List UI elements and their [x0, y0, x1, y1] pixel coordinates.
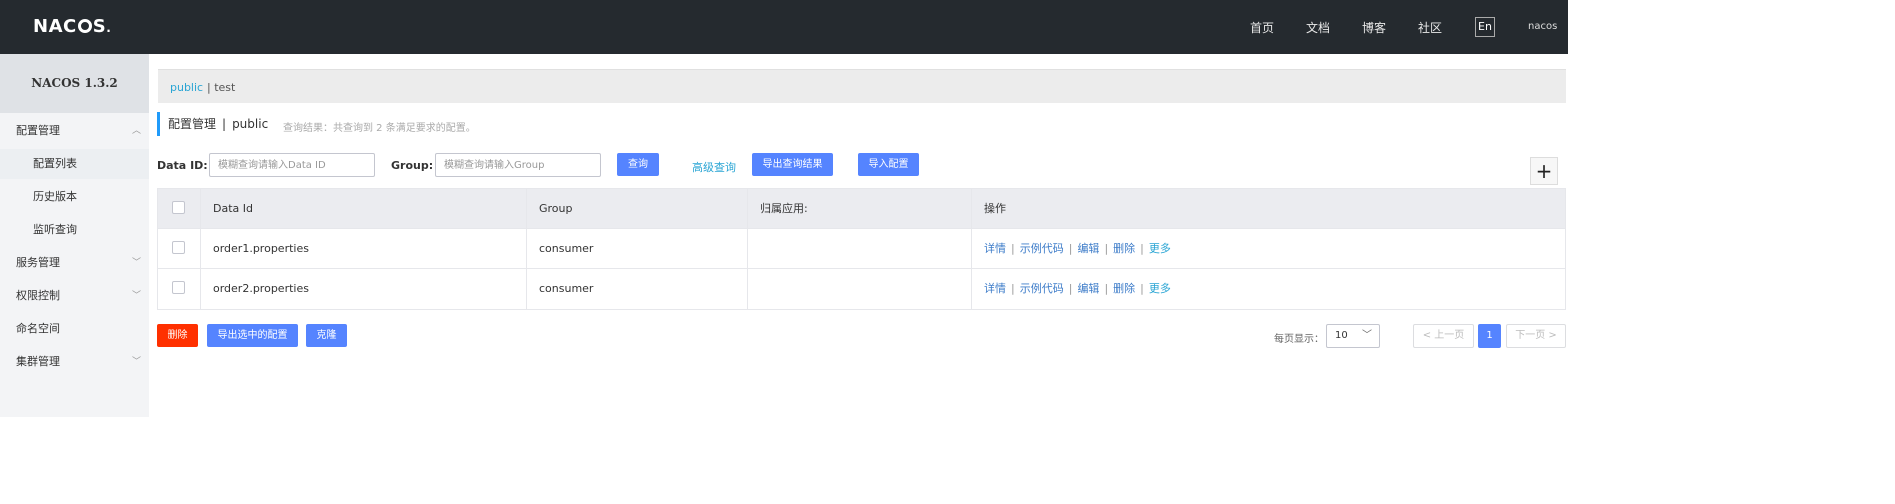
namespace-public-link[interactable]: public — [170, 81, 203, 94]
query-button[interactable]: 查询 — [617, 153, 659, 176]
group-label: Group: — [391, 159, 434, 172]
cell-app — [747, 229, 971, 269]
edit-link[interactable]: 编辑 — [1077, 282, 1099, 295]
sample-code-link[interactable]: 示例代码 — [1020, 242, 1064, 255]
export-selected-button[interactable]: 导出选中的配置 — [207, 324, 298, 347]
dataid-search-input[interactable] — [209, 153, 375, 177]
more-link[interactable]: 更多 — [1149, 282, 1171, 295]
user-menu[interactable]: nacos — [1528, 21, 1557, 32]
column-header-dataid[interactable]: Data Id — [200, 189, 526, 229]
cell-group: consumer — [526, 229, 747, 269]
sidebar: NACOS 1.3.2 配置管理 ︿ 配置列表 历史版本 监听查询 服务管理 ﹀… — [0, 54, 149, 417]
table-row: order1.properties consumer 详情 | 示例代码 | 编辑 | 删除… — [158, 229, 1565, 269]
nav-docs[interactable]: 文档 — [1306, 0, 1330, 54]
select-all-checkbox[interactable] — [172, 201, 185, 214]
nacos-logo[interactable]: NAC S. — [33, 16, 111, 37]
sidebar-item-config-list[interactable]: 配置列表 — [0, 149, 149, 179]
sidebar-item-config-management[interactable]: 配置管理 ︿ — [0, 116, 149, 146]
add-config-button[interactable]: + — [1530, 157, 1558, 185]
namespace-test-link[interactable]: | test — [207, 81, 235, 94]
column-header-group[interactable]: Group — [526, 189, 747, 229]
sidebar-item-listener-query[interactable]: 监听查询 — [0, 215, 149, 245]
cell-group: consumer — [526, 269, 747, 309]
sidebar-item-service-management[interactable]: 服务管理 ﹀ — [0, 248, 149, 278]
chevron-up-icon: ︿ — [131, 126, 141, 136]
chevron-down-icon: ﹀ — [131, 258, 141, 268]
table-header-row: Data Id Group 归属应用: 操作 — [158, 189, 1565, 229]
cell-dataid: order2.properties — [200, 269, 526, 309]
config-table: Data Id Group 归属应用: 操作 order1.properties… — [157, 188, 1566, 310]
sidebar-item-access-control[interactable]: 权限控制 ﹀ — [0, 281, 149, 311]
nav-home[interactable]: 首页 — [1250, 0, 1274, 54]
column-header-app[interactable]: 归属应用: — [747, 189, 971, 229]
table-row: order2.properties consumer 详情 | 示例代码 | 编辑 | 删除… — [158, 269, 1565, 309]
cell-actions: 详情 | 示例代码 | 编辑 | 删除 | 更多 — [971, 269, 1565, 309]
version-title: NACOS 1.3.2 — [0, 54, 149, 113]
plus-icon: + — [1535, 159, 1553, 183]
top-navbar: NAC S. 首页 文档 博客 社区 En nacos — [0, 0, 1568, 54]
prev-page-button[interactable]: < 上一页 — [1413, 324, 1474, 348]
row-checkbox[interactable] — [172, 281, 185, 294]
advanced-query-link[interactable]: 高级查询 — [692, 159, 736, 175]
delete-link[interactable]: 删除 — [1113, 282, 1135, 295]
per-page-label: 每页显示： — [1274, 334, 1324, 345]
sidebar-item-cluster-management[interactable]: 集群管理 ﹀ — [0, 347, 149, 377]
clone-button[interactable]: 克隆 — [306, 324, 347, 347]
query-result-hint: 查询结果：共查询到 2 条满足要求的配置。 — [283, 123, 476, 134]
import-config-button[interactable]: 导入配置 — [858, 153, 919, 176]
cell-dataid: order1.properties — [200, 229, 526, 269]
edit-link[interactable]: 编辑 — [1077, 242, 1099, 255]
nav-community[interactable]: 社区 — [1418, 0, 1442, 54]
row-checkbox[interactable] — [172, 241, 185, 254]
cell-app — [747, 269, 971, 309]
delete-link[interactable]: 删除 — [1113, 242, 1135, 255]
page-number-current[interactable]: 1 — [1478, 324, 1501, 348]
detail-link[interactable]: 详情 — [984, 282, 1006, 295]
nav-blog[interactable]: 博客 — [1362, 0, 1386, 54]
namespace-bar: public | test — [158, 69, 1566, 103]
detail-link[interactable]: 详情 — [984, 242, 1006, 255]
chevron-down-icon: ﹀ — [1362, 330, 1372, 341]
language-toggle-button[interactable]: En — [1475, 17, 1495, 37]
per-page-select[interactable]: 10 ﹀ — [1326, 324, 1380, 348]
export-results-button[interactable]: 导出查询结果 — [752, 153, 833, 176]
chevron-down-icon: ﹀ — [131, 291, 141, 301]
next-page-button[interactable]: 下一页 > — [1506, 324, 1566, 348]
column-header-actions: 操作 — [971, 189, 1565, 229]
sidebar-item-history[interactable]: 历史版本 — [0, 182, 149, 212]
page-title: 配置管理 | public — [157, 112, 268, 136]
group-search-input[interactable] — [435, 153, 601, 177]
sample-code-link[interactable]: 示例代码 — [1020, 282, 1064, 295]
cell-actions: 详情 | 示例代码 | 编辑 | 删除 | 更多 — [971, 229, 1565, 269]
chevron-down-icon: ﹀ — [131, 357, 141, 367]
sidebar-item-namespace[interactable]: 命名空间 — [0, 314, 149, 344]
more-link[interactable]: 更多 — [1149, 242, 1171, 255]
dataid-label: Data ID: — [157, 159, 208, 172]
bulk-delete-button[interactable]: 删除 — [157, 324, 198, 347]
